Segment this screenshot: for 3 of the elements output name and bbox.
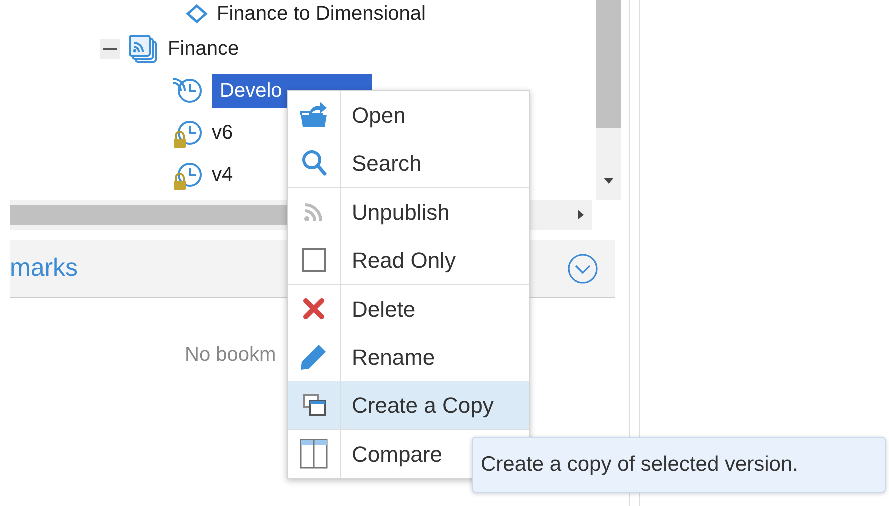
empty-message: No bookm <box>185 344 276 366</box>
tooltip: Create a copy of selected version. <box>472 437 886 493</box>
panel-title: marks <box>10 252 78 284</box>
